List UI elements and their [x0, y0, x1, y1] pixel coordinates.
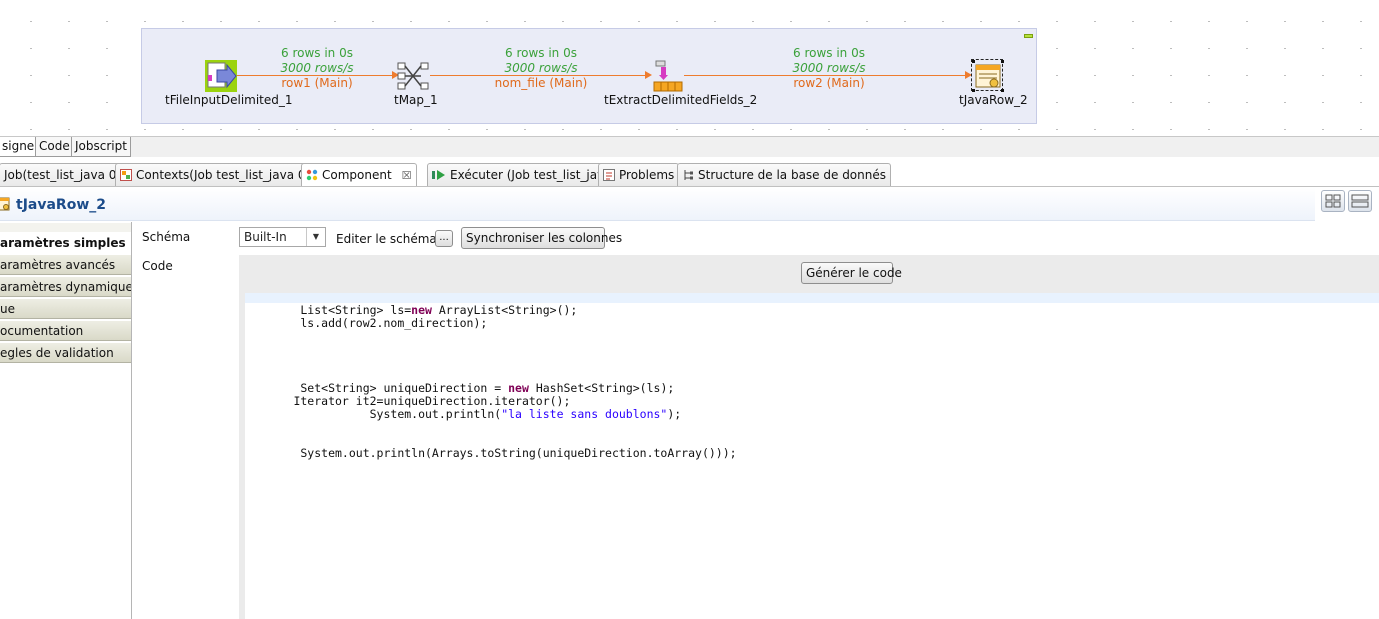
current-line-highlight: [245, 293, 1379, 303]
code-line[interactable]: Iterator it2=uniqueDirection.iterator();: [245, 394, 570, 408]
code-line[interactable]: List<String> ls=new ArrayList<String>();: [245, 303, 577, 317]
close-icon[interactable]: ☒: [402, 169, 412, 182]
component-left-tabs: aramètres simples aramètres avancés aram…: [0, 222, 132, 619]
link-stat: 6 rows in 0s: [793, 46, 865, 60]
tab-code[interactable]: Code: [35, 137, 74, 157]
tab-label: Contexts(Job test_list_java 0.1): [136, 168, 322, 182]
link-name[interactable]: row1 (Main): [272, 76, 362, 90]
link-name[interactable]: nom_file (Main): [486, 76, 596, 90]
javarow-icon: [971, 59, 1005, 93]
tab-structure-bdd[interactable]: Structure de la base de donnés: [677, 163, 891, 186]
node-label: tJavaRow_2: [959, 93, 1028, 107]
contexts-icon: [120, 169, 132, 181]
schema-label: Schéma: [142, 230, 191, 244]
code-label: Code: [142, 259, 173, 273]
code-line[interactable]: ls.add(row2.nom_direction);: [245, 316, 487, 330]
component-header: tJavaRow_2: [0, 188, 1315, 221]
tab-component[interactable]: Component ☒: [301, 163, 417, 186]
code-line[interactable]: System.out.println(Arrays.toString(uniqu…: [245, 446, 736, 460]
view-tabs-bar: Job(test_list_java 0.1) Contexts(Job tes…: [0, 160, 1379, 187]
code-line[interactable]: Set<String> uniqueDirection = new HashSe…: [245, 381, 674, 395]
chevron-down-icon[interactable]: ▼: [306, 228, 325, 246]
tmap-icon: [397, 62, 429, 90]
left-tab-vue[interactable]: ue: [0, 298, 131, 319]
tab-label: Job(test_list_java 0.1): [4, 168, 133, 182]
link-rate: 3000 rows/s: [280, 61, 354, 75]
node-label: tFileInputDelimited_1: [165, 93, 293, 107]
left-tab-parametres-avances[interactable]: aramètres avancés: [0, 254, 131, 275]
link-stat: 6 rows in 0s: [281, 46, 353, 60]
component-title: tJavaRow_2: [16, 197, 106, 213]
editor-subtabs: signer Code Jobscript: [0, 136, 1379, 157]
problems-icon: [603, 169, 615, 181]
tab-label: Component: [322, 168, 392, 182]
link-stat: 6 rows in 0s: [505, 46, 577, 60]
tab-label: Problems: [619, 168, 675, 182]
extract-fields-icon: [653, 60, 683, 92]
tab-label: Exécuter (Job test_list_java): [450, 168, 617, 182]
edit-schema-label: Editer le schéma: [336, 232, 437, 246]
tjavarow-node-selected[interactable]: [971, 59, 1005, 93]
tab-label: Structure de la base de donnés: [698, 168, 886, 182]
node-label: tMap_1: [394, 93, 438, 107]
link-rate: 3000 rows/s: [792, 61, 866, 75]
tree-structure-icon: [684, 170, 693, 180]
left-tab-parametres-dynamiques[interactable]: aramètres dynamiques: [0, 276, 131, 297]
left-tab-documentation[interactable]: ocumentation: [0, 320, 131, 341]
component-icon: [306, 169, 318, 181]
generate-code-button[interactable]: Générer le code: [801, 262, 902, 284]
tab-problems[interactable]: Problems: [598, 163, 680, 186]
left-tab-regles-validation[interactable]: egles de validation: [0, 342, 131, 363]
link-rate: 3000 rows/s: [504, 61, 578, 75]
tfileinputdelimited-node[interactable]: [205, 60, 237, 92]
javarow-icon: [0, 197, 10, 211]
file-input-icon: [205, 60, 237, 92]
run-icon: [432, 170, 445, 180]
tab-jobscript[interactable]: Jobscript: [71, 137, 131, 157]
link-name[interactable]: row2 (Main): [784, 76, 874, 90]
sync-columns-button[interactable]: Synchroniser les colonnes: [461, 227, 622, 249]
textractdelimitedfields-node[interactable]: [651, 60, 683, 92]
rows-layout-icon: [1351, 194, 1369, 208]
layout-grid-button[interactable]: [1321, 190, 1345, 212]
tab-contexts[interactable]: Contexts(Job test_list_java 0.1): [115, 163, 327, 186]
tmap-node[interactable]: [397, 60, 429, 92]
grid-layout-icon: [1325, 194, 1341, 208]
node-label: tExtractDelimitedFields_2: [604, 93, 758, 107]
tab-executer[interactable]: Exécuter (Job test_list_java): [427, 163, 622, 186]
layout-rows-button[interactable]: [1348, 190, 1372, 212]
code-line[interactable]: System.out.println("la liste sans doublo…: [245, 407, 682, 421]
edit-schema-button[interactable]: ...: [435, 230, 453, 247]
left-tab-parametres-simples[interactable]: aramètres simples: [0, 232, 131, 253]
subjob-collapse-handle[interactable]: [1024, 34, 1033, 38]
